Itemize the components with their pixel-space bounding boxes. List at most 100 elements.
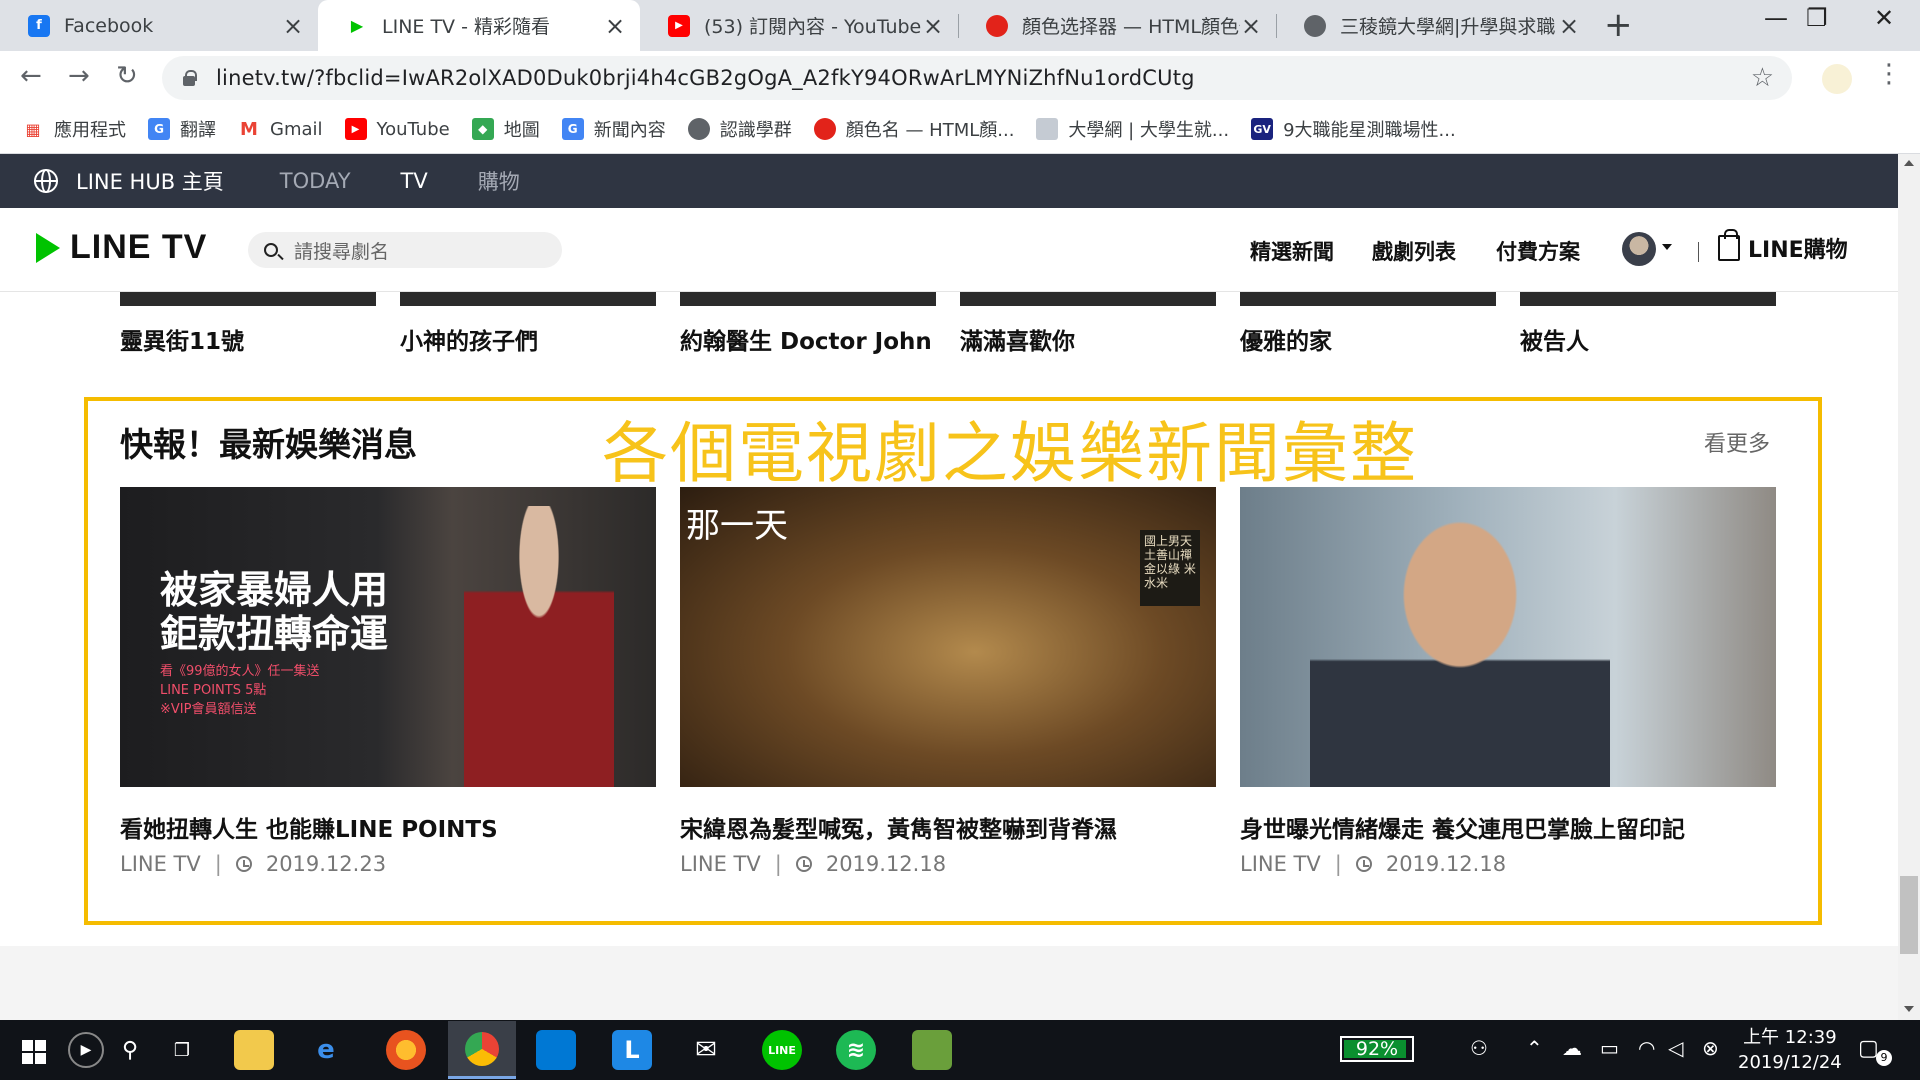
tab-title: (53) 訂閱內容 - YouTube: [704, 16, 922, 38]
windows-start-icon[interactable]: [22, 1040, 46, 1064]
chevron-down-icon[interactable]: [1662, 244, 1672, 250]
news-source: LINE TV: [1240, 852, 1321, 876]
close-tab-icon[interactable]: ×: [922, 12, 944, 40]
promo-small-line: ※VIP會員額信送: [160, 702, 257, 717]
firefox-icon[interactable]: [386, 1030, 426, 1070]
chevron-up-icon[interactable]: ⌃: [1526, 1036, 1543, 1060]
address-bar[interactable]: linetv.tw/?fbclid=IwAR2olXAD0Duk0brji4h4…: [162, 56, 1792, 100]
battery-indicator[interactable]: 92%: [1340, 1036, 1414, 1062]
spotify-icon[interactable]: ≋: [836, 1030, 876, 1070]
drama-thumbnail[interactable]: [1240, 292, 1496, 306]
news-card-title[interactable]: 看她扭轉人生 也能賺LINE POINTS: [120, 810, 498, 844]
hub-shopping-link[interactable]: 購物: [478, 166, 520, 196]
power-icon[interactable]: ▭: [1600, 1036, 1619, 1060]
close-tab-icon[interactable]: ×: [282, 12, 304, 40]
close-tab-icon[interactable]: ×: [604, 12, 626, 40]
apps-grid-icon: ▦: [22, 118, 44, 140]
bookmark-gmail[interactable]: M Gmail: [238, 118, 323, 140]
lock-icon[interactable]: [182, 70, 197, 86]
bookmark-apps[interactable]: ▦ 應用程式: [22, 116, 126, 142]
drama-title[interactable]: 約翰醫生 Doctor John: [680, 322, 932, 356]
nav-drama-list[interactable]: 戲劇列表: [1372, 236, 1456, 266]
chrome-icon[interactable]: [448, 1021, 516, 1079]
onedrive-icon[interactable]: ☁: [1562, 1036, 1582, 1060]
scroll-down-icon[interactable]: [1904, 1006, 1914, 1012]
color-picker-icon: [813, 118, 836, 140]
line-shopping-link[interactable]: LINE購物: [1718, 229, 1848, 264]
bookmark-youtube[interactable]: ▶ YouTube: [344, 118, 450, 140]
minimize-button[interactable]: —: [1764, 4, 1788, 32]
drama-title[interactable]: 優雅的家: [1240, 322, 1332, 356]
drama-thumbnail[interactable]: [680, 292, 936, 306]
volume-icon[interactable]: ◁: [1668, 1036, 1683, 1060]
news-icon: G: [561, 118, 584, 140]
reload-icon[interactable]: ↻: [116, 61, 138, 91]
url-text[interactable]: linetv.tw/?fbclid=IwAR2olXAD0Duk0brji4h4…: [216, 66, 1751, 90]
page-icon: [1036, 118, 1059, 140]
bookmark-label: 顏色名 — HTML顏...: [845, 120, 1015, 141]
line-tv-logo[interactable]: LINE TV: [36, 228, 207, 267]
forward-icon[interactable]: →: [68, 61, 90, 91]
drama-thumbnail[interactable]: [120, 292, 376, 306]
new-tab-button[interactable]: +: [1604, 8, 1633, 42]
bookmark-university[interactable]: 大學網 | 大學生就...: [1036, 116, 1229, 142]
hub-tv-link[interactable]: TV: [401, 169, 428, 193]
tab-line-tv[interactable]: ▶ LINE TV - 精彩隨看 ×: [318, 0, 640, 51]
edge-icon[interactable]: e: [306, 1030, 346, 1070]
scrollbar-thumb[interactable]: [1900, 876, 1918, 954]
l-app-icon[interactable]: L: [612, 1030, 652, 1070]
news-card-title[interactable]: 身世曝光情緒爆走 養父連甩巴掌臉上留印記: [1240, 810, 1685, 844]
bookmark-news[interactable]: G 新聞內容: [561, 116, 666, 142]
mail-icon[interactable]: ✉: [686, 1030, 726, 1070]
drama-thumbnail[interactable]: [1520, 292, 1776, 306]
notepad-icon[interactable]: [912, 1030, 952, 1070]
tab-facebook[interactable]: f Facebook ×: [0, 0, 318, 51]
facebook-icon: f: [28, 14, 50, 37]
drama-title[interactable]: 滿滿喜歡你: [960, 322, 1075, 356]
people-icon[interactable]: ⚇: [1470, 1036, 1488, 1060]
search-input[interactable]: 請搜尋劇名: [248, 232, 562, 268]
shopping-label: LINE購物: [1748, 238, 1848, 263]
close-tab-icon[interactable]: ×: [1240, 12, 1262, 40]
drama-title[interactable]: 小神的孩子們: [400, 322, 538, 356]
drama-thumbnail[interactable]: [400, 292, 656, 306]
hub-today-link[interactable]: TODAY: [280, 169, 351, 193]
tab-color-picker[interactable]: 顏色选择器 — HTML顏色代 ×: [958, 0, 1276, 51]
drama-title[interactable]: 被告人: [1520, 322, 1589, 356]
browser-menu-icon[interactable]: ⋮: [1876, 59, 1902, 89]
system-clock[interactable]: 上午 12:39 2019/12/24: [1738, 1025, 1842, 1075]
nav-plans[interactable]: 付費方案: [1496, 236, 1580, 266]
nav-featured-news[interactable]: 精選新聞: [1250, 236, 1334, 266]
file-explorer-icon[interactable]: [234, 1030, 274, 1070]
bookmark-color-names[interactable]: 顏色名 — HTML顏...: [813, 116, 1015, 142]
drama-title[interactable]: 靈異街11號: [120, 322, 244, 356]
task-view-icon[interactable]: ❐: [162, 1030, 202, 1070]
search-icon[interactable]: ⚲: [110, 1030, 150, 1070]
news-source: LINE TV: [120, 852, 201, 876]
tab-university[interactable]: 三稜鏡大學網|升學與求職 ×: [1276, 0, 1594, 51]
restore-button[interactable]: ❐: [1806, 4, 1828, 32]
tab-youtube[interactable]: ▶ (53) 訂閱內容 - YouTube ×: [640, 0, 958, 51]
profile-avatar[interactable]: [1822, 64, 1852, 94]
close-tab-icon[interactable]: ×: [1558, 12, 1580, 40]
line-app-icon[interactable]: LINE: [762, 1030, 802, 1070]
bookmark-star-icon[interactable]: ☆: [1751, 63, 1774, 93]
bookmark-majors[interactable]: 認識學群: [687, 116, 792, 142]
site-header: LINE TV 請搜尋劇名 精選新聞 戲劇列表 付費方案 LINE購物: [0, 208, 1898, 292]
bookmark-career-test[interactable]: GV 9大職能星測職場性...: [1251, 116, 1456, 142]
cortana-icon[interactable]: ▶: [68, 1032, 104, 1068]
scroll-up-icon[interactable]: [1904, 160, 1914, 166]
bookmark-translate[interactable]: G 翻譯: [148, 116, 216, 142]
see-more-link[interactable]: 看更多: [1704, 426, 1770, 458]
back-icon[interactable]: ←: [20, 61, 42, 91]
youtube-icon: ▶: [344, 118, 367, 140]
hub-home-link[interactable]: LINE HUB 主頁: [76, 166, 224, 196]
store-icon[interactable]: [536, 1030, 576, 1070]
close-window-button[interactable]: ✕: [1874, 4, 1894, 32]
input-method-icon[interactable]: ⊗: [1702, 1036, 1719, 1060]
news-card-title[interactable]: 宋緯恩為髮型喊冤，黃雋智被整嚇到背脊濕: [680, 810, 1117, 844]
user-avatar[interactable]: [1622, 232, 1656, 266]
drama-thumbnail[interactable]: [960, 292, 1216, 306]
bookmark-maps[interactable]: ◆ 地圖: [471, 116, 540, 142]
wifi-icon[interactable]: ◠: [1638, 1036, 1655, 1060]
